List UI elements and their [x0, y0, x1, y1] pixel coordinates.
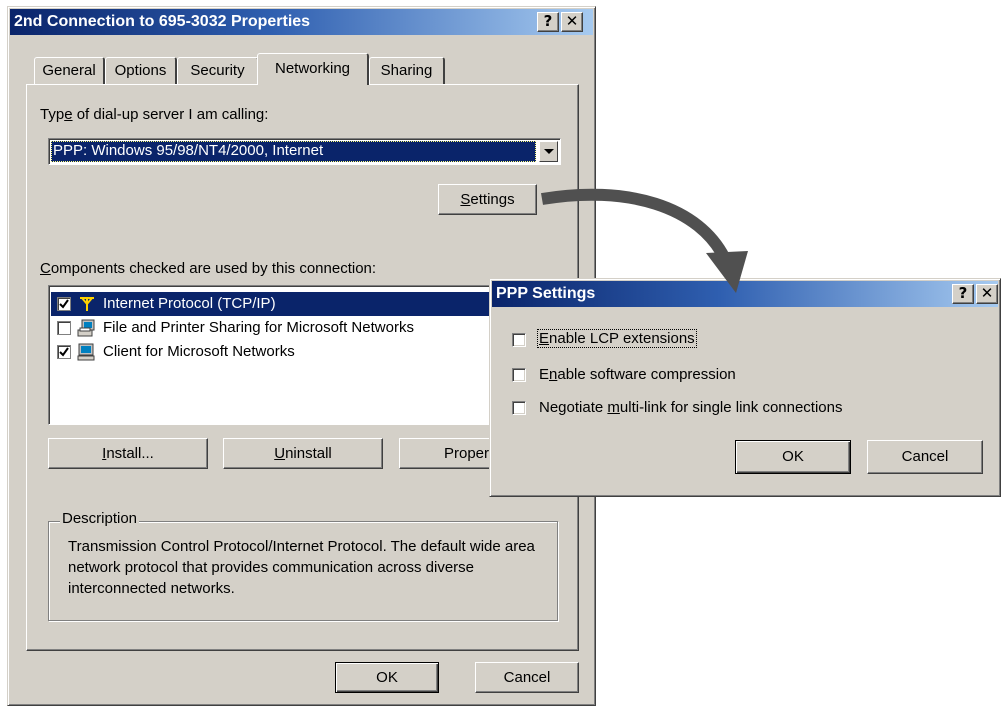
- list-item[interactable]: Client for Microsoft Networks: [51, 340, 555, 364]
- component-label: Client for Microsoft Networks: [103, 343, 295, 360]
- component-checkbox[interactable]: [57, 321, 71, 335]
- cancel-button[interactable]: Cancel: [475, 662, 579, 693]
- tab-networking[interactable]: Networking: [257, 53, 369, 85]
- description-legend: Description: [60, 510, 140, 527]
- component-label: File and Printer Sharing for Microsoft N…: [103, 319, 414, 336]
- help-icon: ?: [958, 284, 968, 302]
- component-label: Internet Protocol (TCP/IP): [103, 295, 276, 312]
- install-button[interactable]: Install...: [48, 438, 208, 469]
- multilink-checkbox[interactable]: [512, 401, 526, 415]
- close-icon: ✕: [980, 284, 994, 302]
- ppp-close-button[interactable]: ✕: [976, 284, 998, 304]
- file-printer-sharing-icon: [77, 319, 95, 337]
- chevron-down-icon[interactable]: [539, 141, 558, 162]
- ok-button[interactable]: OK: [335, 662, 439, 693]
- tab-options[interactable]: Options: [105, 57, 177, 85]
- tab-general[interactable]: General: [34, 57, 105, 85]
- network-protocol-icon: [80, 297, 94, 311]
- properties-title: 2nd Connection to 695-3032 Properties: [14, 13, 311, 30]
- close-button[interactable]: ✕: [561, 12, 583, 32]
- server-type-label: Type of dial-up server I am calling:: [40, 106, 269, 123]
- ppp-help-button[interactable]: ?: [952, 284, 974, 304]
- help-icon: ?: [543, 12, 553, 30]
- settings-button[interactable]: Settings: [438, 184, 537, 215]
- tab-options-label: Options: [114, 62, 167, 79]
- tab-security-label: Security: [190, 62, 245, 79]
- components-label: Components checked are used by this conn…: [40, 260, 377, 277]
- network-client-icon: [77, 343, 95, 361]
- tab-sharing[interactable]: Sharing: [369, 57, 445, 85]
- component-checkbox[interactable]: [57, 297, 71, 311]
- enable-lcp-checkbox[interactable]: [512, 333, 526, 347]
- server-type-dropdown[interactable]: PPP: Windows 95/98/NT4/2000, Internet: [48, 138, 561, 165]
- tab-sharing-label: Sharing: [380, 62, 433, 79]
- enable-compression-checkbox[interactable]: [512, 368, 526, 382]
- tab-networking-label: Networking: [274, 60, 351, 77]
- description-text: Transmission Control Protocol/Internet P…: [68, 538, 535, 597]
- ppp-settings-dialog: PPP Settings ? ✕ Enable LCP extensions E…: [489, 278, 1001, 497]
- server-type-value: PPP: Windows 95/98/NT4/2000, Internet: [51, 141, 536, 162]
- arrow-icon: [541, 188, 748, 293]
- list-item[interactable]: Internet Protocol (TCP/IP): [51, 292, 555, 316]
- tab-general-label: General: [42, 62, 96, 79]
- ppp-cancel-button[interactable]: Cancel: [867, 440, 983, 474]
- components-list[interactable]: Internet Protocol (TCP/IP) File and Prin…: [48, 285, 558, 425]
- uninstall-button[interactable]: Uninstall: [223, 438, 383, 469]
- properties-titlebar[interactable]: 2nd Connection to 695-3032 Properties: [10, 9, 593, 35]
- help-button[interactable]: ?: [537, 12, 559, 32]
- close-icon: ✕: [565, 12, 579, 30]
- tab-security[interactable]: Security: [177, 57, 259, 85]
- list-item[interactable]: File and Printer Sharing for Microsoft N…: [51, 316, 555, 340]
- enable-lcp-label[interactable]: Enable LCP extensions: [537, 329, 697, 348]
- ppp-ok-button[interactable]: OK: [735, 440, 851, 474]
- enable-compression-label[interactable]: Enable software compression: [539, 366, 736, 383]
- component-checkbox[interactable]: [57, 345, 71, 359]
- multilink-label[interactable]: Negotiate multi-link for single link con…: [539, 399, 843, 416]
